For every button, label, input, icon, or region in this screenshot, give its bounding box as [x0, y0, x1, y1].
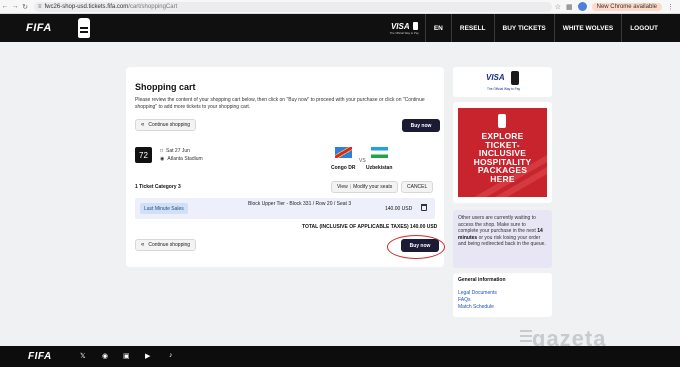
view-modify-seats-button[interactable]: View | Modify your seats — [331, 181, 399, 193]
site-footer: FIFA 𝕏 ◉ ▣ ▶ ♪ — [0, 346, 680, 367]
reload-icon[interactable]: ↻ — [20, 3, 30, 11]
sale-type-badge: Last Minute Sales — [140, 203, 188, 214]
update-chrome-button[interactable]: New Chrome available — [591, 2, 662, 11]
instagram-icon[interactable]: ▣ — [123, 352, 130, 360]
nav-resell[interactable]: RESELL — [450, 14, 494, 42]
match-schedule-link[interactable]: Match Schedule — [458, 304, 494, 310]
footer-fifa-logo[interactable]: FIFA — [28, 351, 52, 362]
nav-white-wolves[interactable]: WHITE WOLVES — [553, 14, 621, 42]
visa-sponsor: VISA The Official Way to Pay — [384, 22, 425, 35]
location-pin-icon: ◉ — [160, 156, 165, 162]
continue-shopping-label: Continue shopping — [148, 122, 191, 128]
nav-logout[interactable]: LOGOUT — [621, 14, 680, 42]
world-cup-emblem-icon — [77, 18, 90, 38]
separator: | — [349, 184, 352, 190]
ticket-row: Last Minute Sales Block Upper Tier - Blo… — [135, 198, 435, 219]
buy-now-button-top[interactable]: Buy now — [402, 119, 440, 132]
trash-icon[interactable] — [421, 204, 427, 211]
url-path: /cart/shoppingCart — [128, 3, 178, 10]
forward-icon[interactable]: → — [10, 3, 20, 10]
highlight-circle — [387, 235, 445, 259]
versus-label: VS — [359, 158, 366, 164]
queue-text-1: Other users are currently waiting to acc… — [458, 215, 536, 235]
general-information-card: General information Legal Documents FAQs… — [453, 273, 552, 317]
chevron-left-icon: « — [141, 122, 145, 128]
bookmark-star-icon[interactable]: ☆ — [555, 3, 561, 11]
match-info: □ Sat 27 Jun ◉ Atlanta Stadium — [160, 147, 203, 163]
address-bar[interactable]: ≡ fwc26-shop-usd.tickets.fifa.com/cart/s… — [34, 1, 552, 12]
promo-line: HERE — [490, 173, 515, 184]
promo-headline: EXPLORE TICKET- INCLUSIVE HOSPITALITY PA… — [458, 132, 547, 183]
visa-tagline: The Official Way to Pay — [389, 30, 419, 35]
fifa-logo[interactable]: FIFA — [26, 22, 52, 34]
modify-seats-label: Modify your seats — [353, 184, 393, 190]
general-info-title: General information — [458, 277, 506, 283]
match-number: 72 — [135, 147, 152, 163]
site-info-icon[interactable]: ≡ — [38, 4, 42, 10]
away-team: Uzbekistan — [366, 147, 392, 171]
cart-description: Please review the content of your shoppi… — [135, 97, 425, 110]
visa-tagline: The Official Way to Pay — [487, 87, 521, 91]
world-cup-emblem-icon — [498, 114, 506, 128]
profile-avatar[interactable] — [577, 2, 587, 11]
queue-warning: Other users are currently waiting to acc… — [453, 210, 552, 268]
congo-dr-flag-icon — [334, 147, 352, 158]
home-team-name: Congo DR — [331, 165, 356, 171]
visa-sponsor-card: VISA The Official Way to Pay — [453, 67, 552, 97]
back-icon[interactable]: ← — [0, 3, 10, 10]
page-title: Shopping cart — [135, 82, 196, 92]
facebook-icon[interactable]: ◉ — [102, 352, 108, 360]
legal-documents-link[interactable]: Legal Documents — [458, 290, 497, 296]
chevron-left-icon: « — [141, 242, 145, 248]
nav-language[interactable]: EN — [424, 14, 451, 42]
match-date: Sat 27 Jun — [166, 148, 190, 154]
visa-logo: VISA — [486, 73, 505, 82]
cart-total: TOTAL (INCLUSIVE OF APPLICABLE TAXES) 14… — [302, 224, 438, 230]
home-team: Congo DR — [331, 147, 355, 171]
site-header: FIFA VISA The Official Way to Pay EN RES… — [0, 14, 680, 42]
cancel-button[interactable]: CANCEL — [401, 181, 434, 193]
continue-shopping-label: Continue shopping — [148, 242, 191, 248]
watermark-mark — [520, 330, 532, 342]
tiktok-icon[interactable]: ♪ — [169, 352, 173, 359]
ticket-price: 140.00 USD — [385, 206, 413, 212]
visa-logo: VISA — [390, 21, 410, 31]
youtube-icon[interactable]: ▶ — [145, 352, 150, 360]
uzbekistan-flag-icon — [370, 147, 388, 158]
ticket-seat-description: Block Upper Tier - Block 331 / Row 20 / … — [248, 201, 352, 207]
trophy-icon — [412, 22, 418, 30]
x-twitter-icon[interactable]: 𝕏 — [80, 352, 86, 360]
trophy-icon — [511, 71, 519, 85]
browser-toolbar: ← → ↻ ≡ fwc26-shop-usd.tickets.fifa.com /… — [0, 0, 680, 14]
nav-buy-tickets[interactable]: BUY TICKETS — [493, 14, 554, 42]
extensions-icon[interactable]: ▦ — [566, 3, 573, 11]
url-host: fwc26-shop-usd.tickets.fifa.com — [44, 3, 129, 10]
match-venue: Atlanta Stadium — [167, 156, 203, 162]
continue-shopping-button-bottom[interactable]: « Continue shopping — [135, 239, 197, 251]
calendar-icon: □ — [160, 148, 164, 154]
away-team-name: Uzbekistan — [366, 165, 393, 171]
menu-icon[interactable]: ⋮ — [667, 3, 674, 11]
view-label: View — [337, 184, 348, 190]
continue-shopping-button-top[interactable]: « Continue shopping — [135, 119, 197, 131]
hospitality-promo-banner[interactable]: EXPLORE TICKET- INCLUSIVE HOSPITALITY PA… — [458, 108, 547, 197]
ticket-count: 1 Ticket Category 3 — [135, 184, 181, 190]
faqs-link[interactable]: FAQs — [458, 297, 471, 303]
